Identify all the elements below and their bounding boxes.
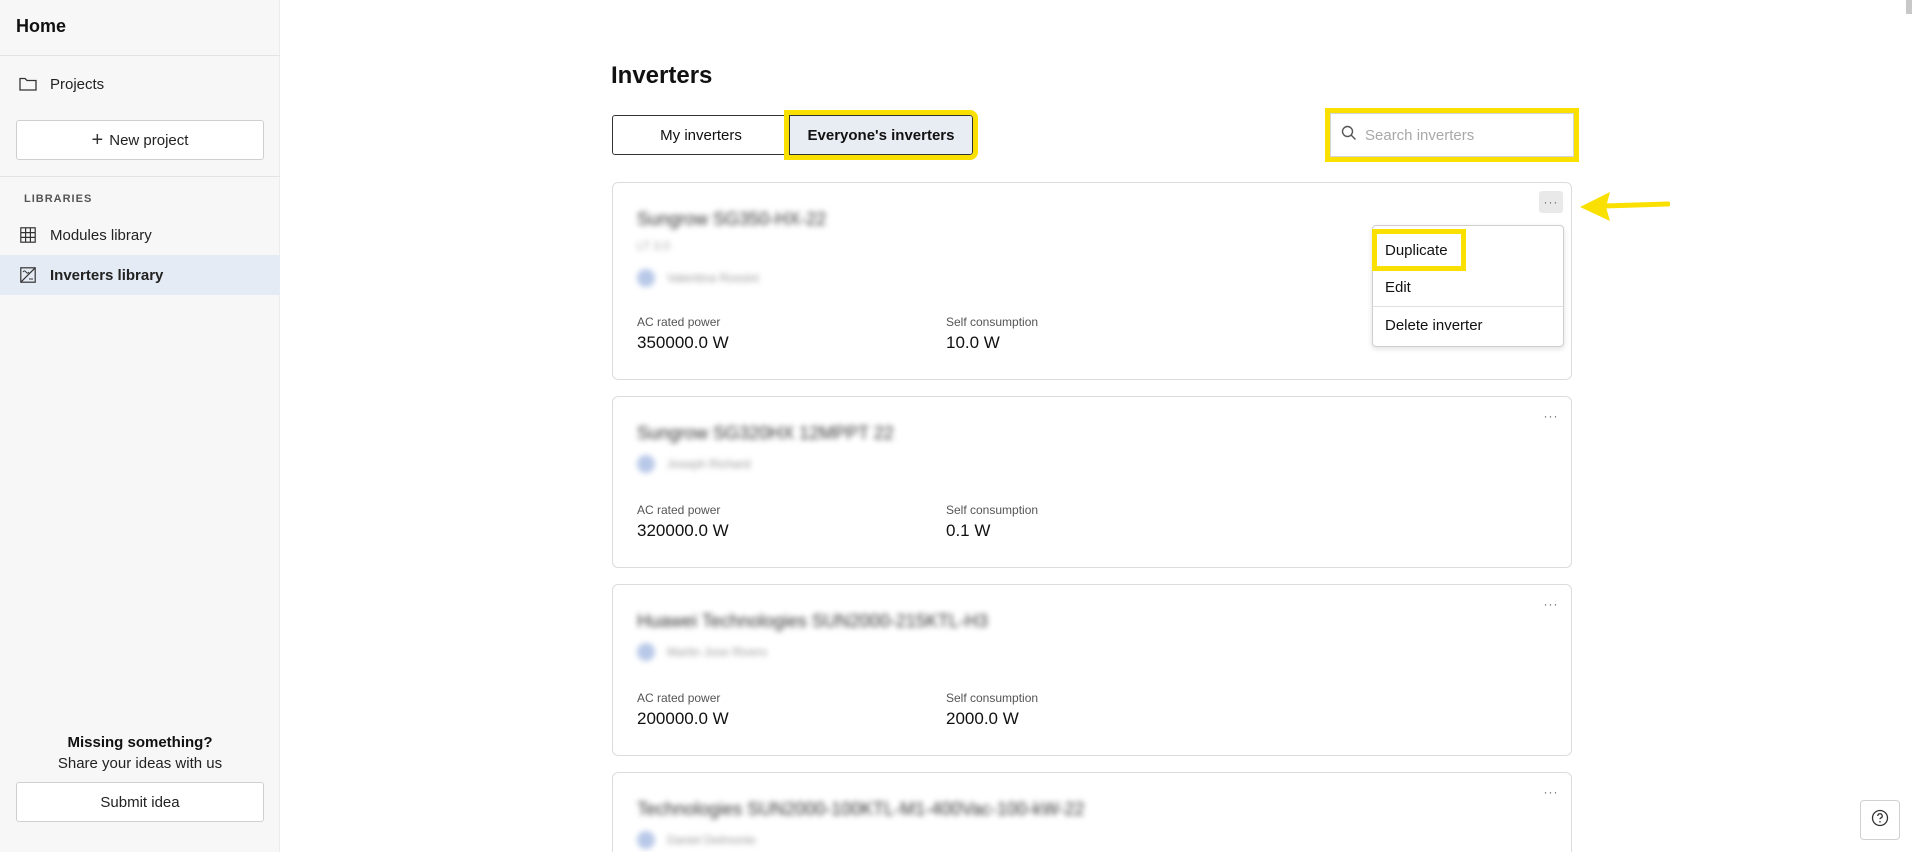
sidebar-item-inverters-library[interactable]: Inverters library (0, 255, 280, 295)
more-options-button[interactable]: ··· (1539, 781, 1563, 803)
inverter-icon (18, 265, 38, 285)
avatar (637, 643, 655, 661)
owner-name: Joseph Richard (667, 457, 751, 471)
tab-my-inverters[interactable]: My inverters (612, 115, 790, 155)
inverter-name: Huawei Technologies SUN2000-215KTL-H3 (637, 611, 988, 631)
self-consumption-value: 0.1 W (946, 521, 991, 540)
home-title[interactable]: Home (16, 16, 66, 37)
search-input[interactable] (1365, 126, 1555, 144)
sidebar: Home Projects + New project LIBRARIES Mo… (0, 0, 280, 852)
libraries-section-label: LIBRARIES (24, 193, 93, 205)
more-options-button[interactable]: ··· (1539, 593, 1563, 615)
sidebar-divider (0, 176, 280, 177)
search-icon (1341, 125, 1357, 146)
self-consumption-value: 10.0 W (946, 333, 1000, 352)
sidebar-item-projects[interactable]: Projects (0, 64, 280, 104)
self-consumption-label: Self consumption (946, 691, 1039, 705)
folder-icon (18, 74, 38, 94)
more-options-button[interactable]: ··· (1539, 191, 1563, 213)
submit-idea-label: Submit idea (100, 793, 180, 811)
avatar (637, 269, 655, 287)
ac-rated-power-label: AC rated power (637, 503, 721, 517)
owner: Valentina Rossini (637, 269, 759, 287)
self-consumption-value: 2000.0 W (946, 709, 1019, 728)
page-title: Inverters (611, 62, 713, 89)
menu-item-duplicate[interactable]: Duplicate (1385, 242, 1448, 259)
help-button[interactable] (1860, 800, 1900, 840)
inverter-card[interactable]: Technologies SUN2000-100KTL-M1-400Vac-10… (612, 772, 1572, 852)
new-project-label: New project (109, 131, 189, 149)
search-box[interactable] (1325, 108, 1579, 162)
missing-something-subtext: Share your ideas with us (57, 755, 223, 772)
sidebar-item-label: Projects (50, 75, 105, 93)
inverter-name: Sungrow SG320HX 12MPPT 22 (637, 423, 894, 443)
avatar (637, 831, 655, 849)
more-options-button[interactable]: ··· (1539, 405, 1563, 427)
ac-rated-power-label: AC rated power (637, 691, 721, 705)
owner-name: Valentina Rossini (667, 271, 759, 285)
ac-rated-power-label: AC rated power (637, 315, 721, 329)
sidebar-divider (0, 55, 280, 56)
menu-divider (1373, 306, 1563, 307)
scrollbar[interactable] (1906, 0, 1912, 14)
plus-icon: + (91, 129, 104, 151)
grid-icon (18, 225, 38, 245)
owner: Joseph Richard (637, 455, 750, 473)
tab-everyones-inverters[interactable]: Everyone's inverters (784, 110, 978, 160)
ac-rated-power-value: 320000.0 W (637, 521, 729, 540)
inverter-subtitle: LT 3.0 (637, 239, 670, 253)
missing-something-heading: Missing something? (67, 734, 213, 751)
self-consumption-label: Self consumption (946, 315, 1039, 329)
inverter-card[interactable]: Huawei Technologies SUN2000-215KTL-H3 Ma… (612, 584, 1572, 756)
inverter-card[interactable]: Sungrow SG320HX 12MPPT 22 Joseph Richard… (612, 396, 1572, 568)
submit-idea-button[interactable]: Submit idea (16, 782, 264, 822)
owner-name: Daniel Delmonte (667, 833, 756, 847)
menu-item-edit[interactable]: Edit (1385, 279, 1411, 296)
menu-item-delete-inverter[interactable]: Delete inverter (1385, 317, 1483, 334)
arrow-left-icon (1578, 190, 1671, 229)
context-menu: Duplicate Edit Delete inverter (1372, 225, 1564, 347)
inverter-tabs: My inverters Everyone's inverters (612, 110, 978, 160)
owner-name: Martin Jose Rivero (667, 645, 768, 659)
ac-rated-power-value: 350000.0 W (637, 333, 729, 352)
new-project-button[interactable]: + New project (16, 120, 264, 160)
sidebar-item-modules-library[interactable]: Modules library (0, 215, 280, 255)
sidebar-item-label: Modules library (50, 226, 152, 244)
ac-rated-power-value: 200000.0 W (637, 709, 729, 728)
self-consumption-label: Self consumption (946, 503, 1039, 517)
avatar (637, 455, 655, 473)
sidebar-item-label: Inverters library (50, 266, 164, 284)
inverter-name: Sungrow SG350-HX-22 (637, 209, 827, 229)
owner: Daniel Delmonte (637, 831, 756, 849)
inverter-name: Technologies SUN2000-100KTL-M1-400Vac-10… (637, 799, 1085, 819)
question-icon (1871, 809, 1889, 832)
owner: Martin Jose Rivero (637, 643, 767, 661)
